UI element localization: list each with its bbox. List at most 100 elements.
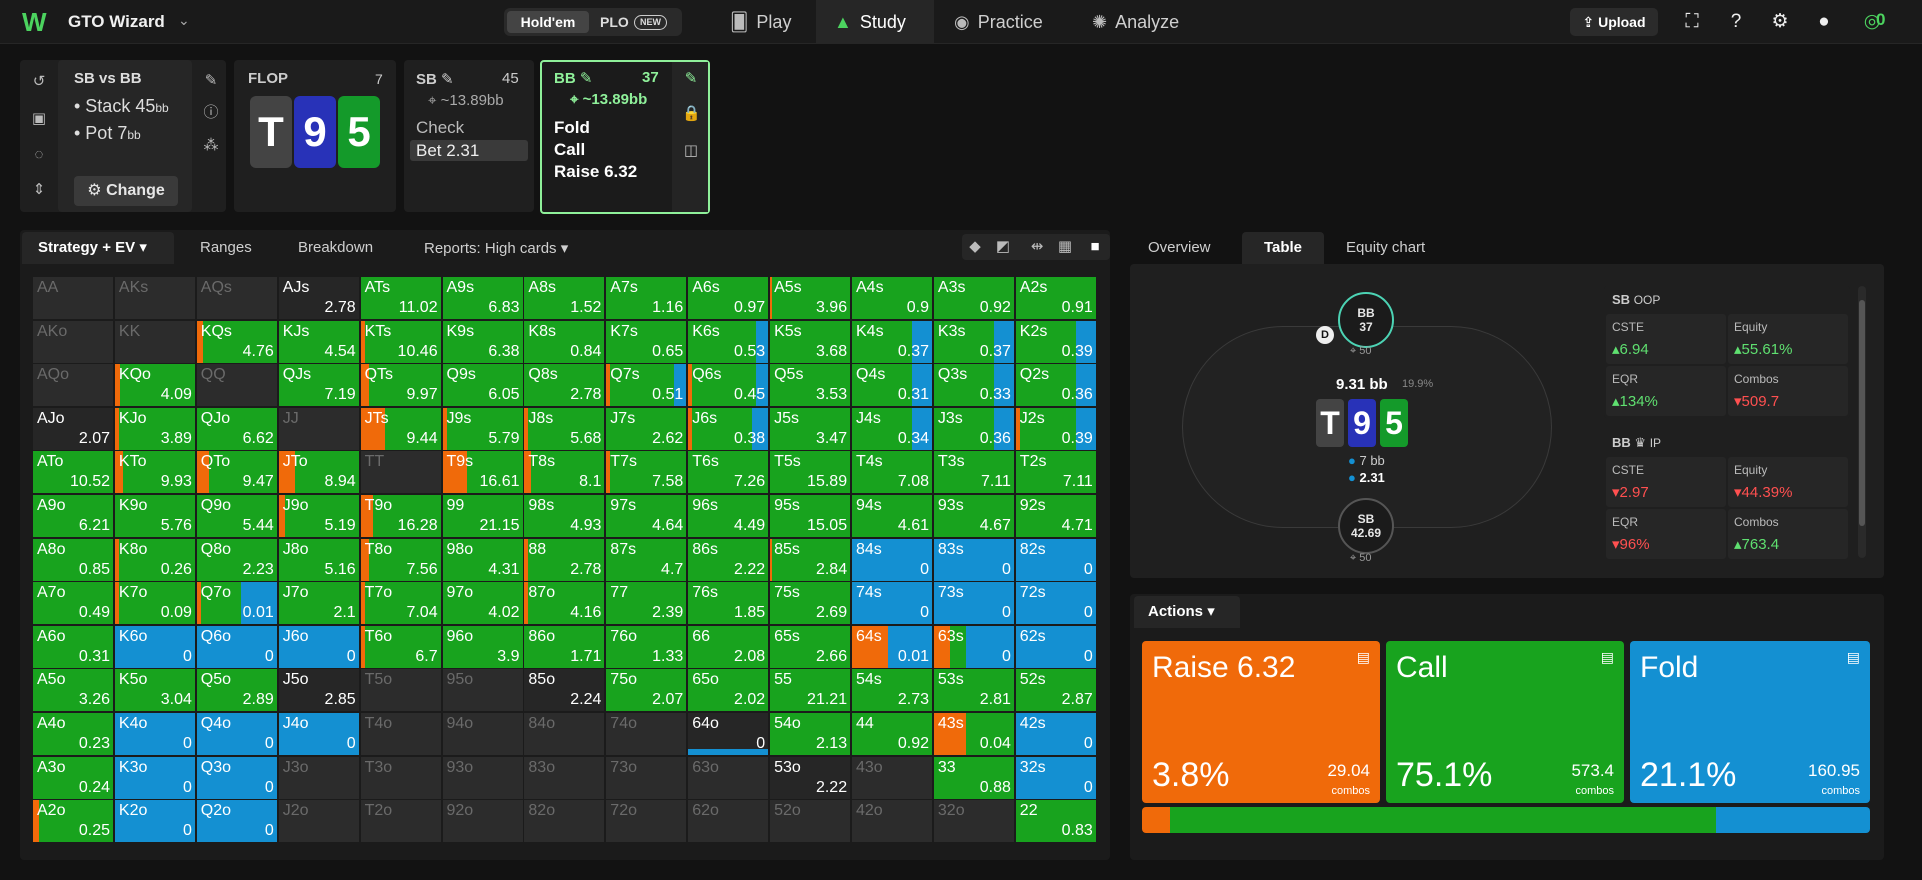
account-icon[interactable]: ● — [1812, 10, 1836, 34]
hand-cell-84o[interactable]: 84o — [524, 713, 606, 756]
hand-cell-Q3s[interactable]: Q3s 0.33 — [933, 364, 1015, 408]
hand-cell-AQo[interactable]: AQo — [33, 364, 114, 408]
hand-cell-Q6o[interactable]: Q6o 0 — [196, 625, 278, 669]
tab-equity-chart[interactable]: Equity chart — [1346, 239, 1425, 256]
hand-cell-98o[interactable]: 98o 4.31 — [442, 538, 524, 582]
hand-cell-Q4s[interactable]: Q4s 0.31 — [852, 364, 933, 408]
hand-cell-32o[interactable]: 32o — [933, 800, 1015, 844]
hand-cell-T7o[interactable]: T7o 7.04 — [360, 582, 442, 626]
hand-cell-74o[interactable]: 74o — [606, 713, 688, 756]
hand-cell-QQ[interactable]: QQ — [196, 364, 278, 408]
square-icon[interactable]: ■ — [1086, 238, 1104, 256]
hand-cell-33[interactable]: 33 0.88 — [933, 756, 1015, 800]
hand-cell-A6s[interactable]: A6s 0.97 — [688, 277, 770, 320]
change-button[interactable]: ⚙ Change — [74, 176, 178, 206]
tab-ranges[interactable]: Ranges — [200, 239, 252, 256]
bb-action-raise[interactable]: Raise 6.32 — [554, 162, 637, 182]
hand-cell-K2s[interactable]: K2s 0.39 — [1015, 320, 1097, 364]
tab-breakdown[interactable]: Breakdown — [298, 239, 373, 256]
hand-cell-42s[interactable]: 42s 0 — [1015, 713, 1097, 756]
hand-cell-Q6s[interactable]: Q6s 0.45 — [688, 364, 770, 408]
screenshot-icon[interactable]: ⛶ — [1680, 10, 1704, 34]
hand-cell-K3o[interactable]: K3o 0 — [114, 756, 196, 800]
hand-cell-T9o[interactable]: T9o 16.28 — [360, 495, 442, 538]
hand-cell-54s[interactable]: 54s 2.73 — [852, 669, 933, 713]
bb-action-fold[interactable]: Fold — [554, 118, 590, 138]
hand-cell-AKs[interactable]: AKs — [114, 277, 196, 320]
hand-cell-K8o[interactable]: K8o 0.26 — [114, 538, 196, 582]
hand-cell-64s[interactable]: 64s 0.01 — [852, 625, 933, 669]
hand-cell-87s[interactable]: 87s 4.7 — [606, 538, 688, 582]
hand-cell-22[interactable]: 22 0.83 — [1015, 800, 1097, 844]
hand-cell-88[interactable]: 88 2.78 — [524, 538, 606, 582]
document-icon[interactable]: ▤ — [1357, 649, 1370, 666]
hand-cell-96s[interactable]: 96s 4.49 — [688, 495, 770, 538]
hand-cell-97s[interactable]: 97s 4.64 — [606, 495, 688, 538]
hand-cell-J6s[interactable]: J6s 0.38 — [688, 407, 770, 451]
hand-cell-T6o[interactable]: T6o 6.7 — [360, 625, 442, 669]
hand-cell-Q4o[interactable]: Q4o 0 — [196, 713, 278, 756]
hand-cell-K4o[interactable]: K4o 0 — [114, 713, 196, 756]
hand-cell-A8o[interactable]: A8o 0.85 — [33, 538, 114, 582]
hand-cell-A7s[interactable]: A7s 1.16 — [606, 277, 688, 320]
hand-cell-J8o[interactable]: J8o 5.16 — [278, 538, 360, 582]
hand-cell-96o[interactable]: 96o 3.9 — [442, 625, 524, 669]
tab-strategy-ev[interactable]: Strategy + EV ▾ — [22, 232, 174, 264]
hand-cell-86s[interactable]: 86s 2.22 — [688, 538, 770, 582]
hand-cell-73o[interactable]: 73o — [606, 756, 688, 800]
hand-cell-99[interactable]: 99 21.15 — [442, 495, 524, 538]
hand-cell-KJo[interactable]: KJo 3.89 — [114, 407, 196, 451]
hand-cell-J7s[interactable]: J7s 2.62 — [606, 407, 688, 451]
hand-cell-Q5o[interactable]: Q5o 2.89 — [196, 669, 278, 713]
hand-cell-Q8o[interactable]: Q8o 2.23 — [196, 538, 278, 582]
hand-cell-A4s[interactable]: A4s 0.9 — [852, 277, 933, 320]
hand-cell-A9o[interactable]: A9o 6.21 — [33, 495, 114, 538]
hand-cell-T2o[interactable]: T2o — [360, 800, 442, 844]
hand-cell-42o[interactable]: 42o — [852, 800, 933, 844]
hand-cell-Q5s[interactable]: Q5s 3.53 — [770, 364, 852, 408]
hand-cell-K3s[interactable]: K3s 0.37 — [933, 320, 1015, 364]
stats-scrollbar[interactable] — [1858, 286, 1866, 558]
document-icon[interactable]: ▤ — [1847, 649, 1860, 666]
hand-cell-92o[interactable]: 92o — [442, 800, 524, 844]
hand-cell-Q8s[interactable]: Q8s 2.78 — [524, 364, 606, 408]
hand-cell-AA[interactable]: AA — [33, 277, 114, 320]
hand-cell-J5s[interactable]: J5s 3.47 — [770, 407, 852, 451]
hand-cell-KTs[interactable]: KTs 10.46 — [360, 320, 442, 364]
chevron-down-icon[interactable]: ⌄ — [178, 12, 190, 29]
hand-cell-K5o[interactable]: K5o 3.04 — [114, 669, 196, 713]
hand-cell-ATs[interactable]: ATs 11.02 — [360, 277, 442, 320]
hand-cell-43o[interactable]: 43o — [852, 756, 933, 800]
hand-cell-A9s[interactable]: A9s 6.83 — [442, 277, 524, 320]
hand-cell-84s[interactable]: 84s 0 — [852, 538, 933, 582]
hand-cell-K9s[interactable]: K9s 6.38 — [442, 320, 524, 364]
hand-cell-73s[interactable]: 73s 0 — [933, 582, 1015, 626]
bb-seat[interactable]: BB 37 — [1338, 292, 1394, 348]
hand-cell-75o[interactable]: 75o 2.07 — [606, 669, 688, 713]
hand-cell-52s[interactable]: 52s 2.87 — [1015, 669, 1097, 713]
hand-cell-82s[interactable]: 82s 0 — [1015, 538, 1097, 582]
hand-cell-66[interactable]: 66 2.08 — [688, 625, 770, 669]
sb-seat[interactable]: SB 42.69 — [1338, 498, 1394, 554]
plo-toggle[interactable]: PLO — [600, 11, 629, 33]
hand-cell-T3s[interactable]: T3s 7.11 — [933, 451, 1015, 495]
hand-cell-76o[interactable]: 76o 1.33 — [606, 625, 688, 669]
gto-wizard-logo-icon[interactable]: W — [22, 9, 52, 35]
hand-cell-T8s[interactable]: T8s 8.1 — [524, 451, 606, 495]
hand-cell-Q7o[interactable]: Q7o 0.01 — [196, 582, 278, 626]
holdem-toggle[interactable]: Hold'em — [507, 11, 589, 33]
hand-cell-J8s[interactable]: J8s 5.68 — [524, 407, 606, 451]
hand-cell-Q2s[interactable]: Q2s 0.36 — [1015, 364, 1097, 408]
hand-cell-77[interactable]: 77 2.39 — [606, 582, 688, 626]
hand-cell-83o[interactable]: 83o — [524, 756, 606, 800]
hand-cell-T8o[interactable]: T8o 7.56 — [360, 538, 442, 582]
help-icon[interactable]: ? — [1724, 10, 1748, 34]
hand-cell-65o[interactable]: 65o 2.02 — [688, 669, 770, 713]
hand-cell-K7s[interactable]: K7s 0.65 — [606, 320, 688, 364]
hand-cell-J4s[interactable]: J4s 0.34 — [852, 407, 933, 451]
tab-table[interactable]: Table — [1242, 232, 1324, 264]
hand-cell-85s[interactable]: 85s 2.84 — [770, 538, 852, 582]
hand-cell-T6s[interactable]: T6s 7.26 — [688, 451, 770, 495]
upload-button[interactable]: ⇪ Upload — [1570, 8, 1658, 36]
hand-cell-A5o[interactable]: A5o 3.26 — [33, 669, 114, 713]
